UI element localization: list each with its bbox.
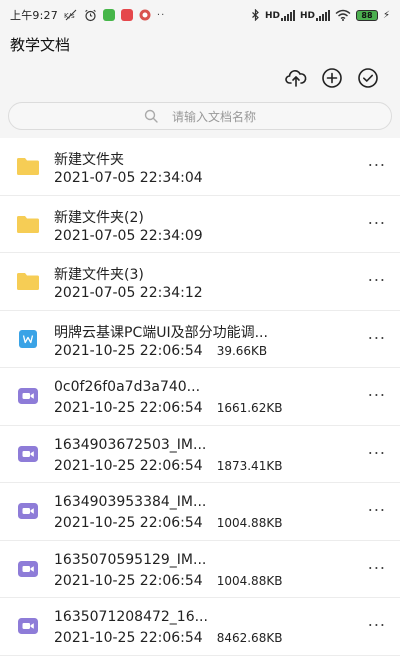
title-bar: 教学文档: [0, 30, 400, 58]
file-row[interactable]: 新建文件夹 2021-07-05 22:34:04 ···: [0, 138, 400, 196]
page-title: 教学文档: [10, 35, 71, 54]
status-bar: 上午9:27 K/s ·· HD HD 88 ⚡: [0, 0, 400, 30]
file-size: 1004.88KB: [216, 516, 283, 530]
file-name: 1635071208472_16...: [54, 609, 208, 625]
file-date: 2021-07-05 22:34:12: [54, 285, 203, 301]
file-date: 2021-10-25 22:06:54: [54, 630, 203, 646]
file-list: 新建文件夹 2021-07-05 22:34:04 ··· 新建文件夹(2) 2021-…: [0, 138, 400, 656]
file-meta: 2021-07-05 22:34:04: [54, 170, 203, 186]
file-meta: 2021-07-05 22:34:09: [54, 228, 203, 244]
file-name: 新建文件夹: [54, 152, 124, 168]
file-row[interactable]: 新建文件夹(3) 2021-07-05 22:34:12 ···: [0, 253, 400, 311]
file-row[interactable]: 1635070595129_IM... 2021-10-25 22:06:54 10…: [0, 540, 400, 598]
file-meta: 2021-10-25 22:06:54 8462.68KB: [54, 630, 282, 646]
more-options-button[interactable]: ···: [368, 213, 386, 232]
file-meta: 2021-10-25 22:06:54 1873.41KB: [54, 458, 282, 474]
cloud-upload-icon: [285, 70, 307, 87]
network-speed-icon: K/s: [64, 9, 78, 21]
action-bar: [0, 58, 400, 98]
bluetooth-icon: [251, 9, 260, 21]
file-row[interactable]: 1634903672503_IM... 2021-10-25 22:06:54 18…: [0, 425, 400, 483]
file-size: 1661.62KB: [216, 401, 283, 415]
file-date: 2021-10-25 22:06:54: [54, 515, 203, 531]
more-options-button[interactable]: ···: [368, 328, 386, 347]
add-button[interactable]: [320, 66, 344, 90]
signal-strength-icon-2: HD: [299, 9, 330, 21]
file-size: 1873.41KB: [216, 458, 283, 473]
file-size: 8462.68KB: [216, 631, 283, 645]
file-name: 新建文件夹(2): [54, 209, 144, 226]
file-date: 2021-10-25 22:06:54: [54, 572, 203, 589]
file-name: 1634903672503_IM...: [54, 436, 207, 453]
video-file-icon: [16, 614, 40, 638]
app-notification-red-icon: [120, 9, 133, 21]
folder-icon: [16, 269, 40, 293]
file-meta: 2021-07-05 22:34:12: [54, 285, 203, 301]
wifi-icon: [335, 9, 351, 21]
charging-bolt-icon: ⚡: [382, 9, 390, 21]
file-name: 1634903953384_IM...: [54, 494, 207, 510]
file-size: 1004.88KB: [216, 573, 283, 588]
more-options-button[interactable]: ···: [368, 501, 386, 520]
search-input[interactable]: 请输入文档名称: [8, 102, 392, 130]
alarm-icon: [84, 9, 97, 22]
more-options-button[interactable]: ···: [368, 386, 386, 405]
battery-icon: 88: [355, 9, 378, 21]
file-name: 0c0f26f0a7d3a740...: [54, 379, 201, 395]
file-date: 2021-07-05 22:34:04: [54, 170, 203, 186]
video-file-icon: [16, 557, 40, 581]
app-notification-red-badge-icon: [139, 9, 151, 21]
file-date: 2021-07-05 22:34:09: [54, 227, 203, 244]
file-meta: 2021-10-25 22:06:54 1004.88KB: [54, 515, 282, 531]
video-file-icon: [16, 442, 40, 466]
check-circle-icon: [358, 68, 378, 88]
file-meta: 2021-10-25 22:06:54 1661.62KB: [54, 400, 282, 416]
search-icon: [144, 109, 158, 123]
file-name: 1635070595129_IM...: [54, 551, 207, 568]
word-document-icon: [16, 327, 40, 351]
file-row[interactable]: 1635071208472_16... 2021-10-25 22:06:54 84…: [0, 598, 400, 656]
file-date: 2021-10-25 22:06:54: [54, 342, 203, 359]
more-options-button[interactable]: ···: [368, 616, 386, 635]
signal-strength-icon-1: HD: [264, 9, 295, 21]
more-options-button[interactable]: ···: [368, 443, 386, 462]
signal-hd-label-2: HD: [299, 10, 315, 21]
file-name: 明牌云基课PC端UI及部分功能调...: [54, 324, 268, 341]
folder-icon: [16, 154, 40, 178]
file-size: 39.66KB: [216, 343, 268, 358]
status-time: 上午9:27: [10, 9, 58, 22]
file-row[interactable]: 1634903953384_IM... 2021-10-25 22:06:54 10…: [0, 483, 400, 541]
file-date: 2021-10-25 22:06:54: [54, 457, 203, 474]
file-meta: 2021-10-25 22:06:54 1004.88KB: [54, 573, 282, 589]
file-row[interactable]: 明牌云基课PC端UI及部分功能调... 2021-10-25 22:06:54 39…: [0, 310, 400, 368]
signal-hd-label-1: HD: [264, 10, 280, 21]
file-meta: 2021-10-25 22:06:54 39.66KB: [54, 343, 267, 359]
file-row[interactable]: 新建文件夹(2) 2021-07-05 22:34:09 ···: [0, 195, 400, 253]
video-file-icon: [16, 384, 40, 408]
more-options-button[interactable]: ···: [368, 156, 386, 175]
app-notification-green-icon: [102, 9, 115, 21]
plus-circle-icon: [322, 68, 342, 88]
search-area: 请输入文档名称: [0, 98, 400, 138]
file-row[interactable]: 0c0f26f0a7d3a740... 2021-10-25 22:06:54 16…: [0, 368, 400, 426]
more-options-button[interactable]: ···: [368, 558, 386, 577]
file-name: 新建文件夹(3): [54, 267, 144, 283]
search-placeholder: 请输入文档名称: [171, 109, 256, 124]
more-notifications-icon: ··: [156, 9, 166, 21]
more-options-button[interactable]: ···: [368, 271, 386, 290]
upload-button[interactable]: [284, 66, 308, 90]
video-file-icon: [16, 499, 40, 523]
file-date: 2021-10-25 22:06:54: [54, 400, 203, 416]
folder-icon: [16, 212, 40, 236]
select-button[interactable]: [356, 66, 380, 90]
